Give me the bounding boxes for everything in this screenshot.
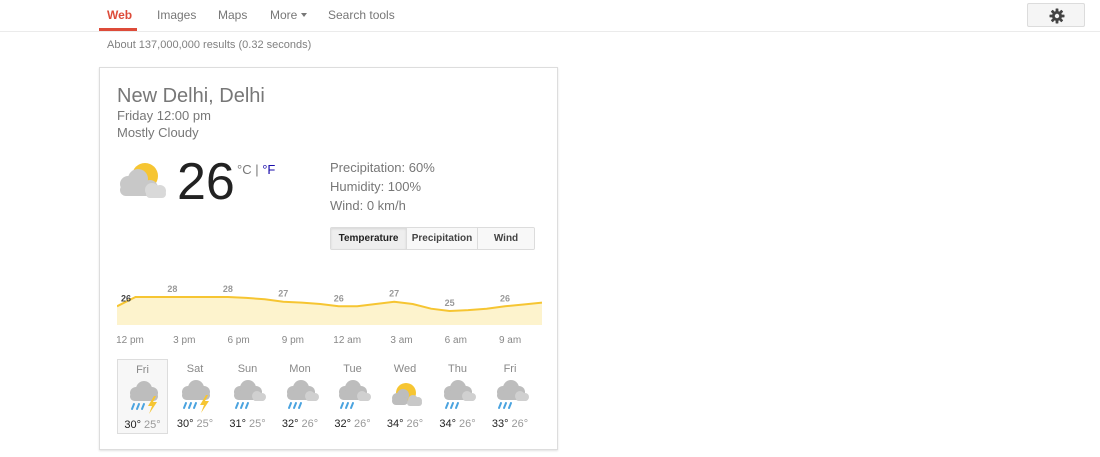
rain-cloud-icon xyxy=(282,378,320,419)
forecast-day[interactable]: Mon 32° 26° xyxy=(275,359,326,434)
forecast-temps: 30° 25° xyxy=(170,418,221,430)
forecast-day[interactable]: Wed 34° 26° xyxy=(380,359,431,434)
temperature-data-label: 26 xyxy=(121,293,131,303)
settings-button[interactable] xyxy=(1027,3,1085,27)
hour-tick-label: 12 pm xyxy=(116,335,144,346)
forecast-temps: 33° 26° xyxy=(485,418,536,430)
forecast-day[interactable]: Tue 32° 26° xyxy=(327,359,378,434)
forecast-high: 31° xyxy=(229,418,246,430)
temperature-data-label: 28 xyxy=(223,284,233,294)
current-temperature: 26 xyxy=(177,153,235,211)
unit-toggle: °C | °F xyxy=(237,162,275,177)
tab-more-label: More xyxy=(270,8,298,22)
rain-cloud-icon xyxy=(229,378,267,419)
unit-fahrenheit[interactable]: °F xyxy=(262,162,275,177)
forecast-high: 30° xyxy=(124,419,141,431)
forecast-low: 26° xyxy=(511,418,529,430)
forecast-high: 33° xyxy=(491,418,509,430)
temperature-area xyxy=(117,297,542,325)
forecast-low: 25° xyxy=(196,418,214,430)
weather-card: New Delhi, Delhi Friday 12:00 pm Mostly … xyxy=(99,67,558,450)
temperature-mode-button[interactable]: Temperature xyxy=(331,228,406,249)
forecast-temps: 30° 25° xyxy=(118,419,167,431)
forecast-day[interactable]: Sun 31° 25° xyxy=(222,359,273,434)
chevron-down-icon xyxy=(301,12,308,17)
temperature-chart: 26 28 28 27 26 27 25 26 xyxy=(117,284,542,325)
hour-tick-label: 6 am xyxy=(444,335,467,346)
forecast-day-name: Sat xyxy=(186,363,204,375)
tab-images[interactable]: Images xyxy=(157,8,196,22)
forecast-day-name: Wed xyxy=(393,363,417,375)
forecast-day[interactable]: Sat 30° 25° xyxy=(170,359,221,434)
weather-time: Friday 12:00 pm xyxy=(117,108,211,123)
temperature-data-label: 28 xyxy=(167,284,177,294)
hour-tick-label: 9 pm xyxy=(281,335,304,346)
forecast-high: 34° xyxy=(386,418,404,430)
temperature-data-label: 27 xyxy=(278,289,288,299)
tab-web[interactable]: Web xyxy=(107,8,132,22)
gear-icon xyxy=(1049,8,1065,24)
forecast-day[interactable]: Thu 34° 26° xyxy=(432,359,483,434)
forecast-low: 25° xyxy=(144,419,161,431)
forecast-temps: 31° 25° xyxy=(222,418,273,430)
forecast-low: 26° xyxy=(459,418,476,430)
wind-stat: Wind: 0 km/h xyxy=(330,198,406,213)
forecast-low: 25° xyxy=(249,418,266,430)
forecast-high: 30° xyxy=(176,418,194,430)
forecast-temps: 32° 26° xyxy=(275,418,326,430)
forecast-low: 26° xyxy=(406,418,424,430)
unit-celsius[interactable]: °C xyxy=(237,162,252,177)
tab-search-tools[interactable]: Search tools xyxy=(328,8,395,22)
forecast-day-name: Fri xyxy=(136,364,149,376)
forecast-temps: 32° 26° xyxy=(327,418,378,430)
chart-mode-toggle: Temperature Precipitation Wind xyxy=(330,227,535,250)
hour-tick-label: 3 pm xyxy=(173,335,196,346)
rain-cloud-icon xyxy=(334,378,372,419)
precipitation-stat: Precipitation: 60% xyxy=(330,160,435,175)
forecast-temps: 34° 26° xyxy=(432,418,483,430)
tab-maps[interactable]: Maps xyxy=(218,8,247,22)
humidity-stat: Humidity: 100% xyxy=(330,179,422,194)
weather-condition: Mostly Cloudy xyxy=(117,125,199,140)
weather-location: New Delhi, Delhi xyxy=(117,85,265,107)
forecast-day[interactable]: Fri 30° 25° xyxy=(117,359,168,434)
active-tab-indicator xyxy=(99,28,137,31)
partly-cloudy-icon xyxy=(114,158,172,209)
result-stats: About 137,000,000 results (0.32 seconds) xyxy=(107,39,312,51)
temperature-data-label: 25 xyxy=(445,298,455,308)
temperature-data-label: 26 xyxy=(500,293,510,303)
forecast-day-name: Sun xyxy=(237,363,258,375)
temperature-data-label: 27 xyxy=(389,289,399,299)
forecast-day-name: Mon xyxy=(289,363,311,375)
rain-cloud-icon xyxy=(439,378,477,419)
hour-tick-label: 6 pm xyxy=(227,335,250,346)
thunderstorm-icon xyxy=(125,379,163,420)
unit-separator: | xyxy=(251,162,263,177)
precipitation-mode-button[interactable]: Precipitation xyxy=(406,228,477,249)
rain-cloud-icon xyxy=(492,378,530,419)
wind-mode-button[interactable]: Wind xyxy=(477,228,534,249)
tab-more[interactable]: More xyxy=(270,8,308,22)
forecast-low: 26° xyxy=(301,418,319,430)
forecast-low: 26° xyxy=(354,418,371,430)
forecast-day-name: Thu xyxy=(448,363,467,375)
hour-tick-label: 12 am xyxy=(333,335,362,346)
thunderstorm-icon xyxy=(177,378,215,419)
partly-cloudy-icon xyxy=(387,378,425,419)
forecast-temps: 34° 26° xyxy=(380,418,431,430)
forecast-high: 34° xyxy=(439,418,456,430)
hour-tick-label: 3 am xyxy=(390,335,413,346)
forecast-day-name: Tue xyxy=(343,363,362,375)
forecast-day-name: Fri xyxy=(503,363,517,375)
search-tabs-bar: Web Images Maps More Search tools xyxy=(0,0,1100,32)
forecast-high: 32° xyxy=(334,418,351,430)
forecast-day[interactable]: Fri 33° 26° xyxy=(485,359,536,434)
temperature-data-label: 26 xyxy=(334,293,344,303)
forecast-high: 32° xyxy=(281,418,299,430)
hour-tick-label: 9 am xyxy=(498,335,522,346)
